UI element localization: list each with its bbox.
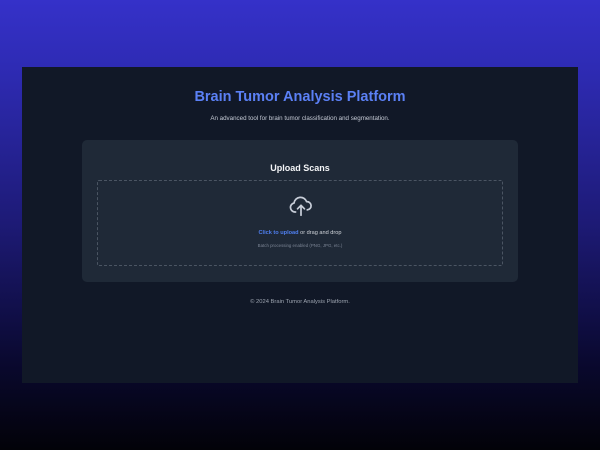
click-to-upload-link[interactable]: Click to upload [258, 230, 298, 236]
page-title: Brain Tumor Analysis Platform [194, 89, 406, 105]
upload-hint: Batch processing enabled (PNG, JPG, etc.… [257, 243, 343, 248]
footer-text: © 2024 Brain Tumor Analysis Platform. [250, 299, 350, 305]
app-container: Brain Tumor Analysis Platform An advance… [22, 67, 578, 383]
drag-drop-text: or drag and drop [298, 230, 342, 236]
upload-instructions: Click to upload or drag and drop [98, 230, 502, 236]
upload-dropzone[interactable]: Click to upload or drag and drop Batch p… [97, 180, 503, 266]
page-subtitle: An advanced tool for brain tumor classif… [210, 115, 390, 122]
upload-card: Upload Scans Click to upload or drag and… [82, 140, 518, 282]
cloud-upload-icon [289, 196, 312, 217]
upload-card-title: Upload Scans [270, 163, 330, 173]
